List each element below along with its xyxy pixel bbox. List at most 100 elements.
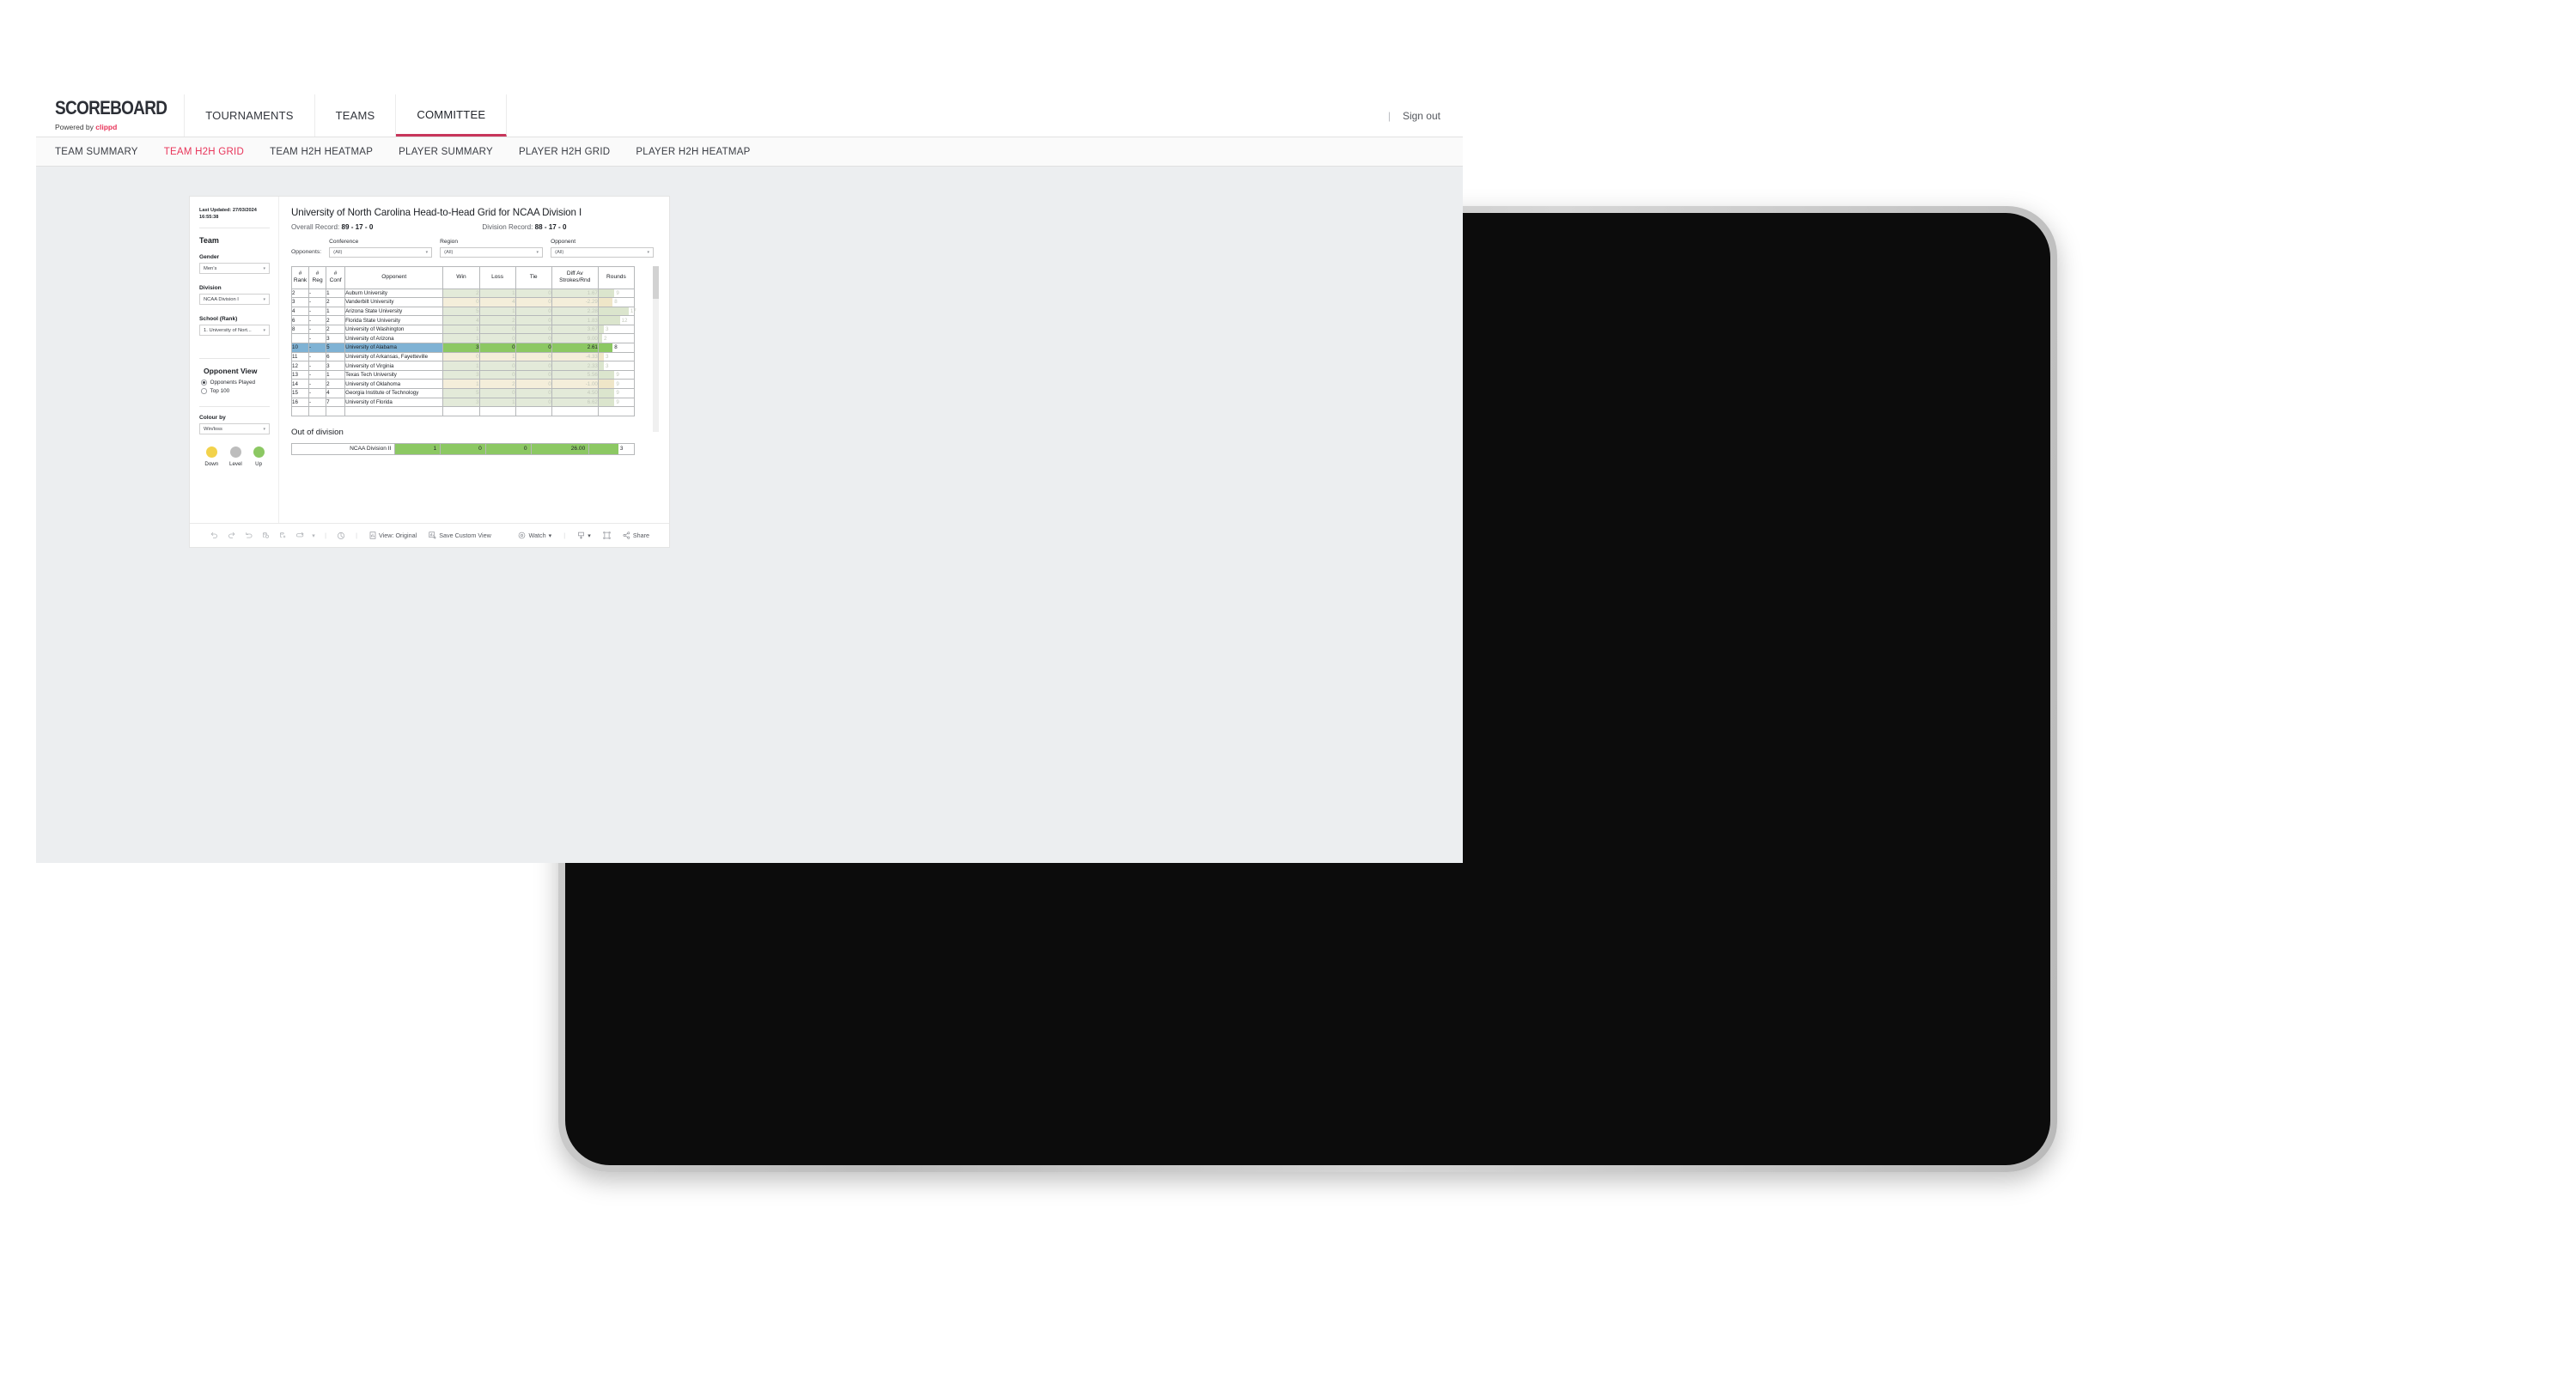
table-row[interactable]: 6-2 Florida State University 4 2 0 1.83 12 bbox=[290, 315, 636, 325]
cell-reg: - bbox=[308, 351, 327, 362]
table-row[interactable]: 3-2 Vanderbilt University 0 4 0 -2.29 8 bbox=[290, 297, 636, 307]
cell-opponent: Auburn University bbox=[344, 288, 444, 299]
brand-subtitle: Powered by clippd bbox=[55, 123, 167, 131]
watch-label: Watch bbox=[528, 532, 546, 539]
cell-reg: - bbox=[308, 361, 327, 371]
cell-blank bbox=[478, 406, 516, 416]
cell-rounds: 9 bbox=[597, 397, 636, 408]
tab-player-h2h-heatmap[interactable]: PLAYER H2H HEATMAP bbox=[636, 147, 750, 157]
filter-region: Region (All) ▾ bbox=[440, 239, 544, 258]
table-row[interactable]: 14-2 University of Oklahoma 1 2 0 -1.00 9 bbox=[290, 379, 636, 390]
tablet-screen: SCOREBOARD Powered by clippd TOURNAMENTS… bbox=[36, 94, 1463, 863]
table-row[interactable]: 16-7 University of Florida 3 1 0 6.62 9 bbox=[290, 397, 636, 408]
cell-loss: 0 bbox=[478, 388, 516, 398]
share-button[interactable]: Share bbox=[617, 532, 655, 539]
table-row[interactable]: -3 University of Arizona 1 0 0 9.00 2 bbox=[290, 333, 636, 344]
chevron-down-icon: ▾ bbox=[647, 249, 650, 255]
chevron-down-icon: ▾ bbox=[536, 249, 539, 255]
undo-icon[interactable] bbox=[205, 532, 222, 539]
cell-blank bbox=[344, 406, 444, 416]
h2h-grid-table: # Rank # Reg # Conf Opponent Win Loss Tie D… bbox=[290, 265, 636, 416]
overall-record-label: Overall Record: bbox=[291, 223, 342, 231]
cell-loss: 0 bbox=[478, 333, 516, 344]
radio-unselected-icon bbox=[201, 388, 207, 394]
filter-opponent: Opponent (All) ▾ bbox=[551, 239, 655, 258]
opponent-select[interactable]: (All) ▾ bbox=[551, 246, 655, 258]
download-button[interactable]: ▾ bbox=[571, 532, 597, 539]
refresh-data-icon[interactable] bbox=[257, 532, 274, 539]
tab-team-summary[interactable]: TEAM SUMMARY bbox=[55, 147, 138, 157]
tab-team-h2h-grid[interactable]: TEAM H2H GRID bbox=[164, 147, 244, 157]
cell-conf: 2 bbox=[326, 379, 346, 390]
view-original-label: View: Original bbox=[379, 532, 417, 539]
sign-out-link[interactable]: Sign out bbox=[1403, 110, 1440, 122]
cell-conf: 6 bbox=[326, 351, 346, 362]
pause-auto-update-icon[interactable] bbox=[332, 532, 350, 540]
cell-diff: 1.83 bbox=[551, 315, 599, 325]
table-row[interactable]: 10-5 University of Alabama 3 0 0 2.61 8 bbox=[290, 343, 636, 353]
cell-opponent: University of Oklahoma bbox=[344, 379, 444, 390]
chevron-down-icon[interactable]: ▾ bbox=[308, 532, 319, 539]
divider bbox=[199, 358, 270, 360]
cell-diff: 2.28 bbox=[551, 306, 599, 317]
gender-select[interactable]: Men’s ▾ bbox=[199, 263, 270, 275]
cell-rounds: 9 bbox=[597, 369, 636, 380]
tab-team-h2h-heatmap[interactable]: TEAM H2H HEATMAP bbox=[270, 147, 373, 157]
region-select[interactable]: (All) ▾ bbox=[440, 246, 544, 258]
cell-loss: 0 bbox=[478, 343, 516, 353]
watch-button[interactable]: Watch ▾ bbox=[512, 532, 557, 539]
table-row[interactable]: 12-3 University of Virginia 1 0 0 2.33 3 bbox=[290, 361, 636, 371]
grid-scrollbar-thumb[interactable] bbox=[653, 265, 659, 299]
table-row[interactable]: 8-2 University of Washington 1 0 0 3.67 3 bbox=[290, 324, 636, 335]
conference-select[interactable]: (All) ▾ bbox=[329, 246, 433, 258]
cell-loss: 2 bbox=[478, 315, 516, 325]
table-row[interactable]: 15-4 Georgia Institute of Technology 5 0 0 4.… bbox=[290, 388, 636, 398]
radio-top-100[interactable]: Top 100 bbox=[199, 388, 270, 394]
school-select[interactable]: 1. University of Nort... ▾ bbox=[199, 325, 270, 337]
opponent-view-heading: Opponent View bbox=[204, 367, 258, 376]
cell-tie: 0 bbox=[515, 379, 552, 390]
colour-by-label: Colour by bbox=[199, 415, 226, 422]
fullscreen-button[interactable] bbox=[597, 532, 617, 539]
cell-conf: 1 bbox=[326, 306, 346, 317]
cell-conf: 2 bbox=[326, 297, 346, 307]
cell-rounds: 17 bbox=[597, 306, 636, 317]
view-original-button[interactable]: View: Original bbox=[363, 532, 423, 539]
brand-logo[interactable]: SCOREBOARD Powered by clippd bbox=[36, 94, 186, 137]
cell-conf: 3 bbox=[326, 361, 346, 371]
pause-updates-icon[interactable] bbox=[274, 532, 291, 539]
tab-player-h2h-grid[interactable]: PLAYER H2H GRID bbox=[519, 147, 610, 157]
cell-rank: 2 bbox=[290, 288, 310, 299]
table-row[interactable]: 13-1 Texas Tech University 3 0 0 5.56 9 bbox=[290, 369, 636, 380]
redo-icon[interactable] bbox=[222, 532, 240, 539]
brand-sub-prefix: Powered by bbox=[55, 123, 96, 131]
cell-rank bbox=[290, 333, 310, 344]
legend-item-up: Up bbox=[253, 446, 265, 467]
cell-tie: 0 bbox=[515, 369, 552, 380]
division-select[interactable]: NCAA Division I ▾ bbox=[199, 294, 270, 306]
cell-opponent: University of Arizona bbox=[344, 333, 444, 344]
tab-player-summary[interactable]: PLAYER SUMMARY bbox=[399, 147, 493, 157]
revert-icon[interactable] bbox=[240, 532, 257, 539]
ood-tie: 0 bbox=[484, 442, 532, 455]
cell-rounds: 9 bbox=[597, 379, 636, 390]
ood-label: NCAA Division II bbox=[290, 442, 396, 455]
nav-tournaments[interactable]: TOURNAMENTS bbox=[185, 94, 315, 137]
cell-reg: - bbox=[308, 379, 327, 390]
loop-icon[interactable] bbox=[291, 532, 308, 539]
cell-win: 1 bbox=[442, 361, 480, 371]
table-row[interactable]: 2-1 Auburn University 2 1 0 1.67 9 bbox=[290, 288, 636, 299]
radio-opponents-played[interactable]: Opponents Played bbox=[199, 380, 270, 386]
cell-opponent: Georgia Institute of Technology bbox=[344, 388, 444, 398]
table-row[interactable]: 4-1 Arizona State University 5 1 0 2.28 17 bbox=[290, 306, 636, 317]
primary-nav: TOURNAMENTS TEAMS COMMITTEE bbox=[185, 94, 508, 137]
region-value: (All) bbox=[444, 249, 454, 255]
content-canvas: Last Updated: 27/03/2024 16:55:38 Team G… bbox=[36, 167, 1463, 863]
save-custom-view-button[interactable]: Save Custom View bbox=[423, 532, 497, 539]
colour-by-select[interactable]: Win/loss ▾ bbox=[199, 423, 270, 435]
cell-blank bbox=[326, 406, 345, 416]
table-row[interactable]: NCAA Division II 1 0 0 26.00 3 bbox=[290, 442, 635, 455]
nav-committee[interactable]: COMMITTEE bbox=[396, 94, 508, 137]
table-row[interactable]: 11-6 University of Arkansas, Fayetteville… bbox=[290, 351, 636, 362]
nav-teams[interactable]: TEAMS bbox=[315, 94, 397, 137]
